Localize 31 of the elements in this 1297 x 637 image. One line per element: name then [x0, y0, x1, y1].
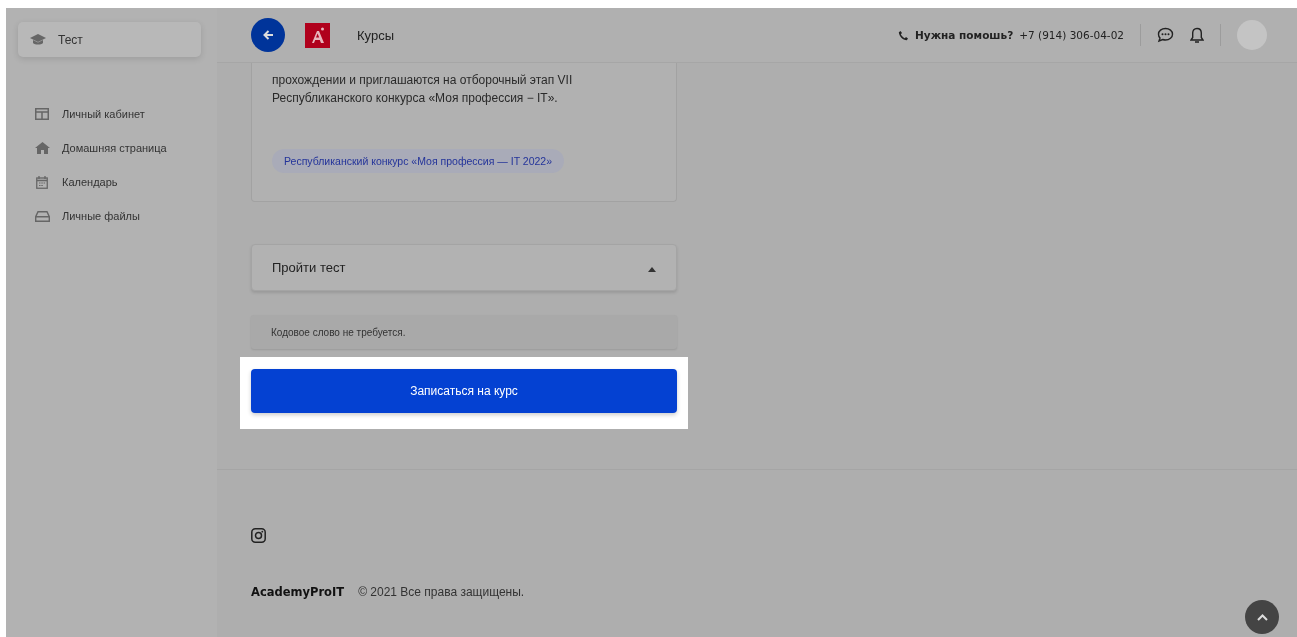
home-icon	[34, 142, 50, 154]
course-description: прохождении и приглашаются на отборочный этап VII Республиканского конкурса «Моя профессия − IT».	[272, 72, 574, 107]
accordion-title: Пройти тест	[272, 260, 346, 275]
accordion-header[interactable]: Пройти тест	[251, 244, 677, 291]
calendar-icon	[36, 175, 48, 189]
back-button[interactable]	[251, 18, 285, 52]
phone-number[interactable]: +7 (914) 306-04-02	[1019, 29, 1124, 41]
help-label: Нужна помошь?	[915, 29, 1014, 41]
graduation-cap-icon	[30, 33, 46, 46]
enroll-button[interactable]: Записаться на курс	[251, 369, 677, 413]
panel-icon	[35, 108, 49, 120]
sidebar-item[interactable]: Календарь	[6, 165, 217, 199]
sidebar-item[interactable]: Домашняя страница	[6, 131, 217, 165]
copyright-text: © 2021 Все права защищены.	[358, 585, 525, 599]
footer-brand: AcademyProIT	[251, 585, 345, 599]
sidebar-item[interactable]: Личные файлы	[6, 199, 217, 233]
logo	[305, 22, 330, 48]
phone-icon	[898, 29, 910, 41]
page-title: Курсы	[357, 27, 394, 43]
notice-text: Кодовое слово не требуется.	[251, 315, 677, 349]
arrow-left-icon	[262, 30, 274, 40]
scroll-top-button[interactable]	[1245, 600, 1279, 634]
bell-icon[interactable]	[1190, 26, 1204, 44]
course-title: Тест	[58, 32, 83, 47]
drive-icon	[34, 210, 50, 222]
course-tag[interactable]: Республиканский конкурс «Моя профессия — IT 2022»	[272, 149, 564, 173]
chat-icon[interactable]	[1157, 27, 1174, 43]
chevron-up-icon	[1256, 613, 1268, 621]
instagram-icon[interactable]	[251, 528, 266, 543]
sidebar-item[interactable]: Личный кабинет	[6, 97, 217, 131]
course-card[interactable]: Тест	[18, 22, 201, 57]
